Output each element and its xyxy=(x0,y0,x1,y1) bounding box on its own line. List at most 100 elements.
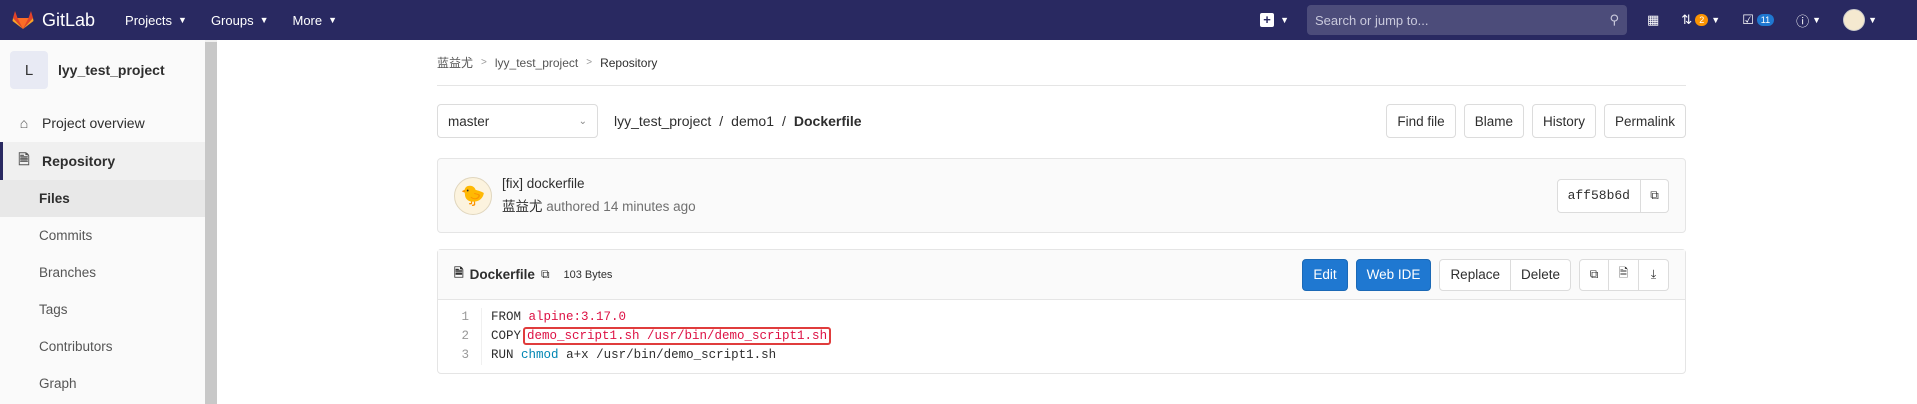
chevron-down-icon: ▼ xyxy=(1711,15,1721,25)
chevron-down-icon: ▼ xyxy=(178,15,187,25)
merge-request-count: 2 xyxy=(1695,14,1709,26)
line-number[interactable]: 3 xyxy=(438,346,469,365)
web-ide-button[interactable]: Web IDE xyxy=(1355,258,1432,291)
groups-menu[interactable]: Groups ▼ xyxy=(211,13,269,28)
edit-button[interactable]: Edit xyxy=(1302,258,1348,291)
copy-sha-button[interactable]: ⧉ xyxy=(1641,178,1669,213)
groups-menu-label: Groups xyxy=(210,12,254,28)
history-button[interactable]: History xyxy=(1531,104,1596,138)
replace-button[interactable]: Replace xyxy=(1439,258,1511,291)
avatar[interactable]: 🐤 xyxy=(454,176,492,215)
last-commit: 🐤 [fix] dockerfile 蓝益尤 authored 14 minut… xyxy=(437,158,1686,233)
code-viewer: 1 2 3 FROM alpine:3.17.0 COPY demo_script… xyxy=(438,300,1685,373)
code-keyword: FROM xyxy=(491,310,522,324)
issues-icon[interactable]: ▦ xyxy=(1647,12,1659,28)
chevron-down-icon: ▼ xyxy=(1812,15,1822,25)
chevron-down-icon: ▼ xyxy=(259,15,269,25)
blame-button[interactable]: Blame xyxy=(1463,104,1524,138)
sidebar-subitem-files[interactable]: Files xyxy=(0,180,216,217)
sidebar-subitem-branches[interactable]: Branches xyxy=(0,254,216,291)
sidebar-item-repository[interactable]: 🗎 Repository xyxy=(0,142,216,180)
find-file-button[interactable]: Find file xyxy=(1386,104,1456,138)
sidebar-item-label: Repository xyxy=(42,153,116,169)
project-header[interactable]: L lyy_test_project xyxy=(0,40,216,100)
branch-name: master xyxy=(448,113,490,129)
chevron-right-icon: > xyxy=(481,57,487,68)
search-icon: ⚲ xyxy=(1609,12,1619,27)
projects-menu-label: Projects xyxy=(125,12,173,28)
chevron-down-icon: ▼ xyxy=(1280,15,1289,25)
search-input[interactable] xyxy=(1315,12,1610,28)
sidebar-subitem-contributors[interactable]: Contributors xyxy=(0,328,216,365)
new-item-dropdown[interactable]: + ▼ xyxy=(1260,13,1289,27)
file-nav: master ⌄ lyy_test_project / demo1 / Dock… xyxy=(437,86,1686,156)
path-folder[interactable]: demo1 xyxy=(731,113,774,129)
breadcrumb-user[interactable]: 蓝益尤 xyxy=(437,54,473,71)
todo-check-icon: ☑ xyxy=(1742,12,1754,27)
delete-button[interactable]: Delete xyxy=(1510,258,1571,291)
open-raw-button[interactable]: 🗎 xyxy=(1609,258,1639,291)
copy-icon: ⧉ xyxy=(1650,188,1659,202)
commit-sha[interactable]: aff58b6d xyxy=(1556,178,1641,213)
commit-author[interactable]: 蓝益尤 xyxy=(502,199,543,214)
more-menu[interactable]: More ▼ xyxy=(293,13,338,28)
download-button[interactable]: ⤓ xyxy=(1639,258,1669,291)
line-numbers: 1 2 3 xyxy=(438,308,482,365)
file-path: lyy_test_project / demo1 / Dockerfile xyxy=(614,113,862,129)
chevron-down-icon: ▼ xyxy=(328,15,338,25)
path-project[interactable]: lyy_test_project xyxy=(614,113,711,129)
permalink-button[interactable]: Permalink xyxy=(1603,104,1686,138)
highlighted-code-annotation: demo_script1.sh /usr/bin/demo_script1.sh xyxy=(523,327,832,345)
breadcrumb-repository[interactable]: Repository xyxy=(600,56,657,70)
project-sidebar: L lyy_test_project ⌂ Project overview 🗎 … xyxy=(0,40,217,404)
sidebar-subitem-commits[interactable]: Commits xyxy=(0,217,216,254)
sidebar-subitem-graph[interactable]: Graph xyxy=(0,365,216,402)
chevron-down-icon: ▼ xyxy=(1868,15,1877,25)
sidebar-subitem-tags[interactable]: Tags xyxy=(0,291,216,328)
copy-path-icon[interactable]: ⧉ xyxy=(541,267,550,282)
chevron-right-icon: > xyxy=(586,57,593,68)
user-menu[interactable]: ▼ xyxy=(1843,9,1877,31)
search-box[interactable]: ⚲ xyxy=(1307,5,1627,35)
plus-square-icon: + xyxy=(1260,13,1275,27)
commit-title[interactable]: [fix] dockerfile xyxy=(502,176,696,191)
commit-time: authored 14 minutes ago xyxy=(546,199,696,214)
branch-select[interactable]: master ⌄ xyxy=(437,104,598,138)
code-line: COPY demo_script1.sh /usr/bin/demo_script… xyxy=(491,327,832,346)
copy-icon: ⧉ xyxy=(1589,267,1599,281)
merge-request-icon: ⇅ xyxy=(1681,12,1693,27)
gitlab-brand[interactable]: GitLab xyxy=(12,10,95,31)
copy-contents-button[interactable]: ⧉ xyxy=(1579,258,1609,291)
code-keyword: COPY xyxy=(491,329,522,343)
avatar xyxy=(1843,9,1866,31)
line-number[interactable]: 2 xyxy=(438,327,469,346)
project-avatar: L xyxy=(10,51,48,89)
code-line: FROM alpine:3.17.0 xyxy=(491,308,831,327)
projects-menu[interactable]: Projects ▼ xyxy=(125,13,187,28)
more-menu-label: More xyxy=(292,12,323,28)
sidebar-scrollbar[interactable] xyxy=(205,42,217,404)
breadcrumb: 蓝益尤 > lyy_test_project > Repository xyxy=(437,40,1686,86)
main-content: 蓝益尤 > lyy_test_project > Repository mast… xyxy=(437,40,1686,374)
file-size: 103 Bytes xyxy=(563,268,613,281)
file-icon: 🗎 xyxy=(454,266,464,280)
download-icon: ⤓ xyxy=(1650,267,1657,281)
path-separator: / xyxy=(781,113,786,129)
file-holder: 🗎 Dockerfile ⧉ 103 Bytes Edit Web IDE Re… xyxy=(437,249,1686,374)
todo-count: 11 xyxy=(1756,14,1775,26)
help-menu[interactable]: ⓘ ▼ xyxy=(1796,11,1821,30)
project-name: lyy_test_project xyxy=(58,62,165,78)
line-number[interactable]: 1 xyxy=(438,308,469,327)
code-function: chmod xyxy=(521,348,559,362)
path-current-file: Dockerfile xyxy=(793,113,862,129)
code-string: alpine:3.17.0 xyxy=(528,310,627,324)
chevron-down-icon: ⌄ xyxy=(578,115,587,127)
todos-link[interactable]: ☑ 11 xyxy=(1742,12,1775,28)
merge-requests-link[interactable]: ⇅ 2 ▼ xyxy=(1681,12,1720,28)
top-navbar: GitLab Projects ▼ Groups ▼ More ▼ + ▼ ⚲ ▦ ⇅… xyxy=(0,0,1917,40)
path-separator: / xyxy=(719,113,724,129)
raw-file-icon: 🗎 xyxy=(1618,266,1629,280)
home-icon: ⌂ xyxy=(19,115,29,131)
sidebar-item-project-overview[interactable]: ⌂ Project overview xyxy=(0,104,216,142)
breadcrumb-project[interactable]: lyy_test_project xyxy=(495,56,578,70)
